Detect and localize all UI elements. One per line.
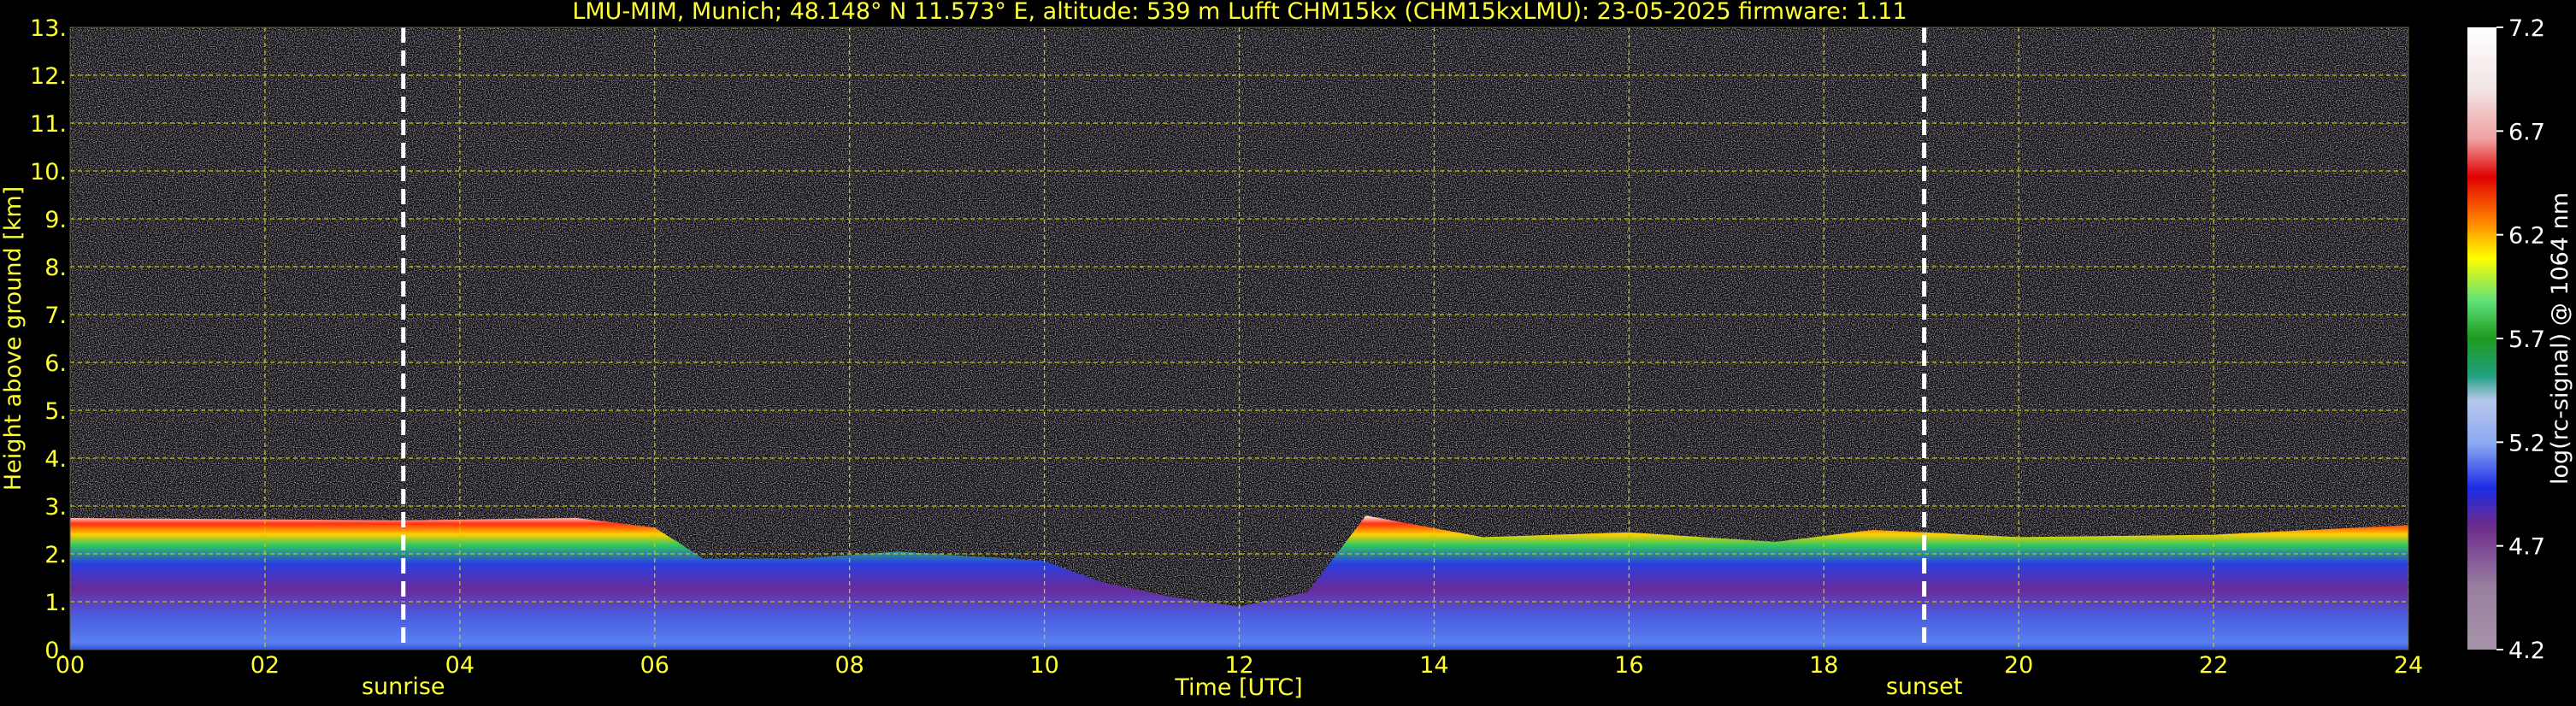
- sun-marker-labels: sunrise sunset: [362, 674, 1962, 700]
- x-tick-label: 16: [1614, 652, 1643, 679]
- y-tick-label: 11.: [30, 111, 67, 138]
- colorbar-tick-label: 7.2: [2508, 15, 2545, 42]
- x-tick-label: 04: [445, 652, 475, 679]
- y-tick-label: 0.: [44, 638, 67, 664]
- y-tick-label: 10.: [30, 159, 67, 185]
- y-tick-label: 2.: [44, 542, 67, 568]
- colorbar: [2467, 27, 2496, 650]
- colorbar-tick-label: 5.2: [2508, 430, 2545, 456]
- y-tick-label: 7.: [44, 303, 67, 329]
- x-tick-label: 14: [1419, 652, 1448, 679]
- y-tick-label: 9.: [44, 207, 67, 233]
- y-tick-label: 12.: [30, 63, 67, 90]
- x-tick-label: 24: [2394, 652, 2423, 679]
- sunset-label: sunset: [1886, 674, 1963, 700]
- x-tick-label: 02: [251, 652, 280, 679]
- y-tick-label: 4.: [44, 446, 67, 473]
- x-tick-label: 10: [1029, 652, 1058, 679]
- colorbar-tick-label: 5.7: [2508, 327, 2545, 353]
- colorbar-label: log(rc-signal) @ 1064 nm: [2547, 192, 2573, 485]
- x-tick-label: 20: [2004, 652, 2033, 679]
- y-tick-label: 3.: [44, 494, 67, 521]
- colorbar-tick-label: 4.7: [2508, 534, 2545, 561]
- y-tick-label: 1.: [44, 590, 67, 616]
- y-tick-label: 8.: [44, 255, 67, 281]
- colorbar-tick-labels: 4.2 4.7 5.2 5.7 6.2 6.7 7.2: [2496, 15, 2545, 664]
- y-tick-label: 5.: [44, 398, 67, 425]
- y-tick-label: 13.: [30, 15, 67, 42]
- chart-title: LMU-MIM, Munich; 48.148° N 11.573° E, al…: [572, 0, 1907, 25]
- x-tick-label: 22: [2199, 652, 2228, 679]
- colorbar-tick-label: 6.7: [2508, 119, 2545, 145]
- ceilometer-chart: LMU-MIM, Munich; 48.148° N 11.573° E, al…: [0, 0, 2573, 701]
- colorbar-tick-label: 4.2: [2508, 638, 2545, 664]
- x-tick-label: 18: [1809, 652, 1838, 679]
- y-tick-label: 6.: [44, 350, 67, 377]
- x-tick-label: 12: [1224, 652, 1253, 679]
- sunrise-label: sunrise: [362, 674, 445, 700]
- x-tick-label: 08: [834, 652, 864, 679]
- y-tick-labels: 0. 1. 2. 3. 4. 5. 6. 7. 8. 9. 10. 11. 12. 13.: [30, 15, 67, 664]
- x-tick-label: 06: [640, 652, 669, 679]
- colorbar-tick-label: 6.2: [2508, 223, 2545, 250]
- y-axis-label: Height above ground [km]: [0, 186, 27, 491]
- plot-area: [70, 27, 2408, 650]
